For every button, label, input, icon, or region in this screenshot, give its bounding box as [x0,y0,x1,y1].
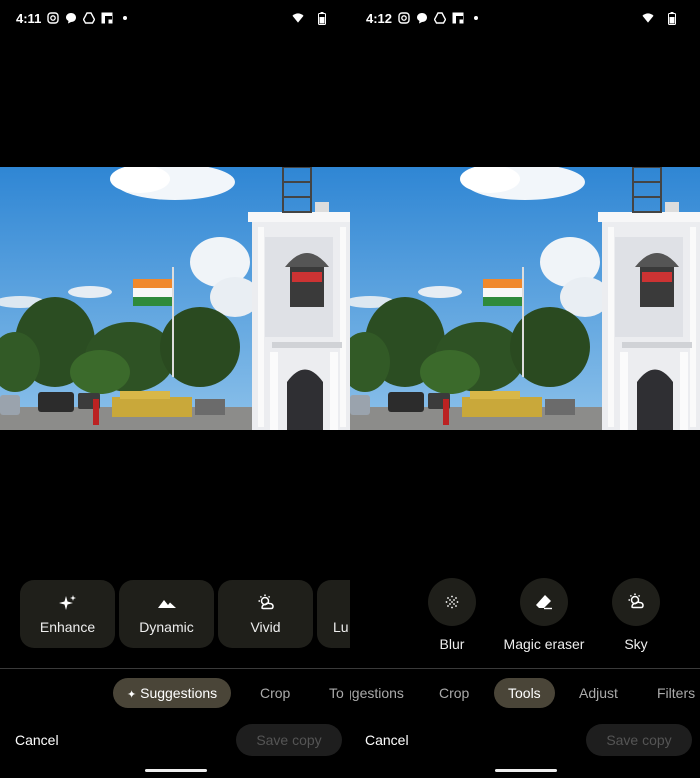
left-screen: 4:11 Enhance Dynamic Vivid Lu ✦ Suggesti… [0,0,350,778]
blur-tool[interactable]: Blur [410,578,494,652]
sparkle-small-icon: ✦ [127,689,137,701]
vivid-button[interactable]: Vivid [218,580,313,648]
sky-tool[interactable]: Sky [594,578,678,652]
wifi-icon [292,12,304,24]
sun-cloud-icon [258,594,274,610]
instagram-icon [47,12,60,24]
cancel-button[interactable]: Cancel [365,724,409,756]
dynamic-button[interactable]: Dynamic [119,580,214,648]
vivid-label: Vivid [250,619,281,635]
gesture-handle [145,769,207,772]
divider [350,668,700,669]
mountain-icon [157,600,176,608]
tab-tools-partial[interactable]: To [329,678,344,708]
luminous-label: Lu [333,619,349,635]
tools-row: Blur Magic eraser Sky [410,578,678,652]
divider [0,668,350,669]
sky-icon [628,593,644,609]
status-time: 4:11 [16,10,42,26]
dot-icon [119,12,131,24]
editor-tabs: ggestions Crop Tools Adjust Filters [350,678,700,708]
tab-suggestions-partial[interactable]: ggestions [350,678,404,708]
battery-icon [666,11,678,25]
status-bar: 4:12 [366,8,684,28]
status-bar: 4:11 [16,8,334,28]
instagram-icon [398,12,410,24]
tab-crop[interactable]: Crop [260,678,290,708]
flipboard-icon [452,12,464,24]
drive-icon [83,12,96,24]
magic-eraser-button[interactable] [520,578,568,626]
photo-preview [350,167,700,430]
luminous-button-partial[interactable]: Lu [317,580,350,648]
blur-label: Blur [439,636,465,652]
dot-icon [470,12,482,24]
status-time: 4:12 [366,10,393,26]
save-copy-button[interactable]: Save copy [586,724,692,756]
eraser-icon [536,595,552,610]
suggestions-row: Enhance Dynamic Vivid Lu [20,580,350,648]
tab-tools[interactable]: Tools [494,678,555,708]
action-bar: Cancel Save copy [350,724,700,756]
drive-icon [434,12,447,24]
blur-icon [445,595,459,609]
tab-crop[interactable]: Crop [439,678,469,708]
enhance-label: Enhance [39,619,96,635]
dynamic-label: Dynamic [139,619,194,635]
right-screen: 4:12 Blur Magic eraser Sky gestions Crop… [350,0,700,778]
magic-eraser-label: Magic eraser [503,636,585,652]
messenger-icon [65,12,77,24]
save-copy-button[interactable]: Save copy [236,724,342,756]
tab-filters[interactable]: Filters [657,678,695,708]
gesture-handle [495,769,557,772]
sky-button[interactable] [612,578,660,626]
battery-icon [316,11,328,25]
action-bar: Cancel Save copy [0,724,350,756]
sky-label: Sky [624,636,648,652]
blur-button[interactable] [428,578,476,626]
wifi-icon [642,12,654,24]
cancel-button[interactable]: Cancel [15,724,59,756]
tab-suggestions[interactable]: ✦ Suggestions [113,678,232,708]
editor-tabs: ✦ Suggestions Crop To [0,678,350,708]
tab-adjust[interactable]: Adjust [579,678,618,708]
photo-preview [0,167,350,430]
sparkle-icon [58,595,76,610]
flipboard-icon [101,12,113,24]
enhance-button[interactable]: Enhance [20,580,115,648]
messenger-icon [416,12,428,24]
magic-eraser-tool[interactable]: Magic eraser [494,578,594,652]
